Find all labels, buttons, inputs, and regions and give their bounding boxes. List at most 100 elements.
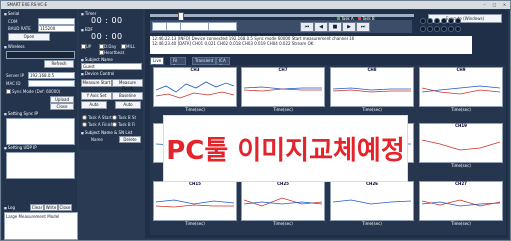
chart-title: CH9 <box>456 67 466 72</box>
baud-select[interactable]: 115200 <box>38 25 75 32</box>
delete-button[interactable]: Delete <box>119 136 141 143</box>
indicator-dot <box>455 26 461 32</box>
chart-title: CH19 <box>455 123 467 128</box>
indicator-dot <box>420 18 426 24</box>
title-bar: SMART EXE RS-VC-E – □ × <box>1 1 510 9</box>
toolbar-field-4[interactable] <box>208 22 237 31</box>
udp-ip-list[interactable] <box>6 152 75 179</box>
mac-id-label: MAC ID <box>6 81 21 86</box>
chart-plot <box>421 199 501 207</box>
chart-title: CH3 <box>190 67 200 72</box>
tab-transient[interactable]: Transient <box>192 57 217 65</box>
x-axis-label: Time(sec) <box>185 221 205 226</box>
channel-chart: CH27 Time(sec) <box>419 181 503 226</box>
chart-plot <box>243 197 323 207</box>
window-title: SMART EXE RS-VC-E <box>7 2 48 7</box>
x-axis-label: Time(sec) <box>185 107 205 112</box>
x-axis-label: Time(sec) <box>273 107 293 112</box>
close-button[interactable]: × <box>500 2 509 8</box>
skip-back-icon[interactable]: ⏮ <box>300 22 314 32</box>
channel-chart: CH7 Time(sec) <box>241 67 325 112</box>
placeholder-overlay-text: PC툴 이미지교체예정 <box>166 136 405 166</box>
task-b-start-radio[interactable] <box>112 115 117 120</box>
indicator-dot <box>455 18 461 24</box>
name-column-header: Name <box>91 137 103 142</box>
chart-title: CH7 <box>278 67 288 72</box>
log-section-title: Log <box>4 205 15 210</box>
setting-udp-ip-title: Setting UDP IP <box>4 145 37 150</box>
task-a-start-radio[interactable] <box>82 115 87 120</box>
indicator-dot <box>434 18 440 24</box>
mill-label: MILL <box>126 44 136 49</box>
toolbar-field-1[interactable] <box>152 22 167 31</box>
indicator-dot <box>441 18 447 24</box>
chart-plot <box>243 86 322 92</box>
skip-forward-icon[interactable]: ⏭ <box>356 22 370 32</box>
channel-chart: CH19 Time(sec) <box>419 123 503 168</box>
setting-sync-ip-title: Setting Sync IP <box>4 111 38 116</box>
com-label: COM <box>8 19 18 24</box>
indicator-dot <box>427 26 433 32</box>
mac-id-field[interactable] <box>28 80 75 87</box>
step-back-icon[interactable]: ◀ <box>314 22 328 32</box>
channel-chart: CH15 Time(sec) <box>153 181 237 226</box>
toolbar-field-2[interactable] <box>166 22 181 31</box>
x-axis-label: Time(sec) <box>451 221 471 226</box>
log-clear-button[interactable]: Clear <box>30 204 44 211</box>
indicator-dot <box>434 26 440 32</box>
tab-ica[interactable]: ICA Cap <box>216 57 230 69</box>
channel-chart: CH3 Time(sec) <box>153 67 237 112</box>
subject-name-title: Subject Name <box>81 57 113 62</box>
maximize-button[interactable]: □ <box>490 2 499 8</box>
status-log: 12:46:22.13 [INFO] Device connected 192.… <box>150 36 472 54</box>
x-axis-label: Time(sec) <box>362 107 382 112</box>
channel-chart: CH9 Time(sec) <box>419 67 503 112</box>
task-a-finish-radio[interactable] <box>82 122 87 127</box>
baseline-button[interactable]: Baseline <box>112 92 143 100</box>
auto-button-2[interactable]: Auto <box>115 101 141 109</box>
measure-finish-button[interactable]: Measure Finish <box>112 79 143 91</box>
log-write-button[interactable]: Write <box>44 204 58 211</box>
serial-section-title: Serial <box>4 11 19 16</box>
wireless-list[interactable] <box>6 51 75 59</box>
task-b-finish-radio[interactable] <box>112 122 117 127</box>
edf-timer-display: 00 : 00 <box>91 32 123 41</box>
x-axis-label: Time(sec) <box>362 221 382 226</box>
wireless-section-title: Wireless <box>4 44 25 49</box>
y-axis-set-button[interactable]: Y Axis Set <box>81 92 112 100</box>
tab-fil-data[interactable]: Fil Data <box>170 57 186 69</box>
x-axis-label: Time(sec) <box>273 221 293 226</box>
task-b-finish-label: Task B Fi <box>118 122 136 127</box>
log-close-button[interactable]: Close <box>58 204 72 211</box>
sync-mode-checkbox[interactable] <box>6 89 11 94</box>
indicator-dot <box>420 26 426 32</box>
server-ip-field[interactable]: 192.168.0.5 <box>28 72 75 79</box>
left-panel: Serial COM BAUD RATE 115200 Open Wireles… <box>2 10 77 238</box>
channel-chart: CH25 Time(sec) <box>241 181 325 226</box>
log-textarea[interactable]: Large Measurement Model <box>4 212 78 240</box>
chart-plot <box>332 199 412 205</box>
subject-name-field[interactable]: Guest <box>81 63 142 70</box>
tab-live[interactable]: Live Get <box>150 57 165 69</box>
up-label: UP <box>86 44 92 49</box>
minimize-button[interactable]: – <box>480 2 489 8</box>
task-a-finish-label: Task A Finish <box>88 122 114 127</box>
close-connection-button[interactable]: Close <box>50 103 74 110</box>
auto-button[interactable]: Auto <box>81 101 107 109</box>
sync-ip-list[interactable] <box>6 118 75 145</box>
baud-label: BAUD RATE <box>8 26 31 31</box>
measure-start-button[interactable]: Measure Start <box>81 79 112 87</box>
timer-display: 00 : 00 <box>91 16 123 25</box>
heartbeat-label: Heartbeat <box>104 50 125 55</box>
stop-icon[interactable]: ■ <box>328 22 342 32</box>
upload-button[interactable]: Upload <box>50 96 74 103</box>
com-select[interactable] <box>38 18 75 25</box>
play-icon[interactable]: ▶ <box>342 22 356 32</box>
open-button[interactable]: Open <box>8 33 50 41</box>
indicator-dot <box>448 26 454 32</box>
toolbar-field-3[interactable] <box>180 22 209 31</box>
refresh-button[interactable]: Refresh <box>44 60 74 68</box>
channel-chart: CH8 Time(sec) <box>330 67 414 112</box>
server-ip-label: Server IP <box>6 73 24 78</box>
placeholder-overlay: PC툴 이미지교체예정 <box>163 115 408 182</box>
